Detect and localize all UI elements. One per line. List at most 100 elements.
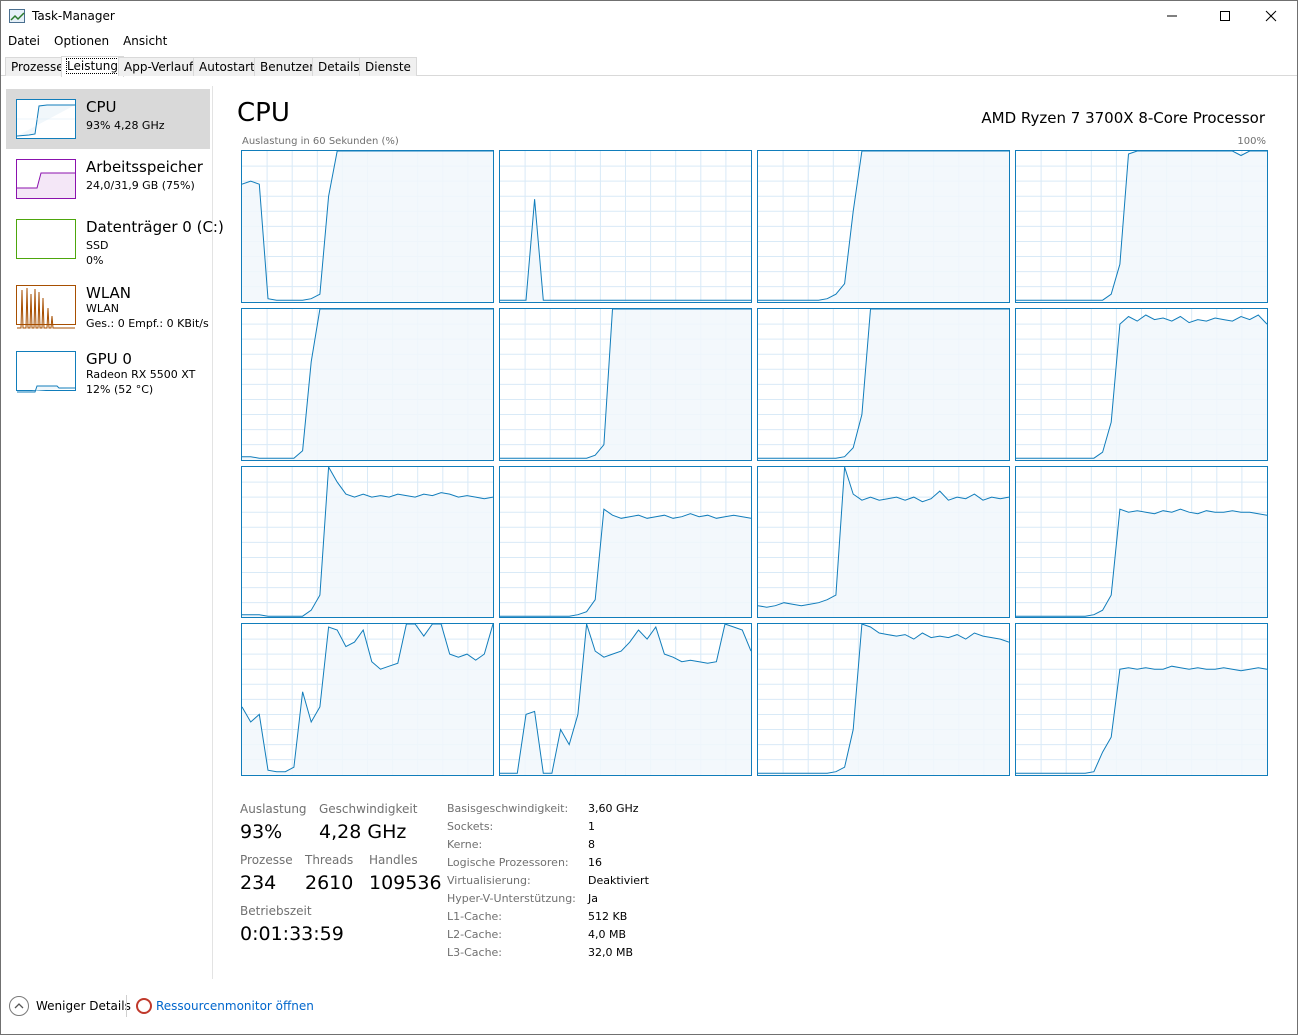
core-graph-2	[757, 150, 1010, 303]
sidebar-item-title: CPU	[86, 98, 117, 116]
core-graph-8	[241, 465, 494, 619]
core-graph-svg	[500, 624, 751, 775]
core-usage-area	[1016, 314, 1267, 460]
core-graph-svg	[758, 624, 1009, 775]
info-key: Kerne:	[447, 838, 483, 851]
wlan-thumbnail-graph	[16, 285, 76, 329]
sidebar-item-arbeitsspeicher[interactable]: Arbeitsspeicher 24,0/31,9 GB (75%)	[6, 149, 210, 209]
core-graph-15	[1015, 623, 1268, 776]
sidebar-item-gpu[interactable]: GPU 0 Radeon RX 5500 XT 12% (52 °C)	[6, 341, 210, 401]
core-graph-svg	[500, 466, 751, 618]
disk-thumbnail-graph	[16, 219, 76, 259]
task-manager-app-icon	[9, 9, 25, 23]
sidebar-item-detail: 93% 4,28 GHz	[86, 119, 165, 132]
tab-prozesse[interactable]: Prozesse	[5, 57, 70, 76]
tab-label: Dienste	[365, 60, 411, 74]
sidebar-item-detail: 12% (52 °C)	[86, 383, 154, 396]
menu-optionen[interactable]: Optionen	[47, 32, 116, 52]
info-value: 32,0 MB	[588, 946, 634, 959]
info-value: 16	[588, 856, 602, 869]
fewer-details-button[interactable]: Weniger Details	[36, 999, 131, 1013]
sidebar-item-detail: WLAN	[86, 302, 120, 315]
menu-bar: Datei Optionen Ansicht	[1, 32, 1297, 52]
uptime-label: Betriebszeit	[240, 904, 312, 918]
core-graph-svg	[242, 308, 493, 460]
core-graph-svg	[758, 151, 1009, 302]
info-value: 8	[588, 838, 595, 851]
sidebar-item-wlan[interactable]: WLAN WLAN Ges.: 0 Empf.: 0 KBit/s	[6, 275, 210, 335]
core-graph-4	[241, 307, 494, 461]
close-button[interactable]	[1248, 1, 1294, 31]
info-value: 4,0 MB	[588, 928, 627, 941]
page-title: CPU	[237, 98, 290, 128]
close-icon	[1265, 10, 1277, 22]
tab-dienste[interactable]: Dienste	[359, 57, 417, 76]
core-graph-3	[1015, 150, 1268, 303]
sidebar-item-datentraeger[interactable]: Datenträger 0 (C:) SSD 0%	[6, 209, 224, 269]
core-graph-svg	[1016, 624, 1267, 775]
maximize-button[interactable]	[1202, 1, 1248, 31]
sidebar-item-cpu[interactable]: CPU 93% 4,28 GHz	[6, 89, 210, 149]
tab-autostart[interactable]: Autostart	[193, 57, 261, 76]
speed-label: Geschwindigkeit	[319, 802, 418, 816]
core-graph-svg	[1016, 151, 1267, 302]
info-key: L1-Cache:	[447, 910, 503, 923]
core-usage-area	[1016, 508, 1267, 618]
threads-value: 2610	[305, 872, 354, 894]
info-key: Hyper-V-Unterstützung:	[447, 892, 576, 905]
sidebar-item-detail: 0%	[86, 254, 104, 267]
tab-leistung[interactable]: Leistung	[61, 56, 124, 77]
sidebar-item-detail: Ges.: 0 Empf.: 0 KBit/s	[86, 317, 209, 330]
tab-label: Details	[318, 60, 360, 74]
menu-ansicht[interactable]: Ansicht	[116, 32, 174, 52]
maximize-icon	[1220, 11, 1230, 21]
core-graph-5	[499, 307, 752, 461]
core-graph-svg	[758, 466, 1009, 618]
sidebar-item-title: WLAN	[86, 284, 132, 302]
tab-app-verlauf[interactable]: App-Verlauf	[118, 57, 200, 76]
resource-monitor-link[interactable]: Ressourcenmonitor öffnen	[156, 999, 314, 1013]
menu-datei[interactable]: Datei	[1, 32, 47, 52]
tab-label: Autostart	[199, 60, 255, 74]
core-graph-svg	[1016, 308, 1267, 460]
minimize-button[interactable]	[1149, 1, 1195, 31]
info-value: 3,60 GHz	[588, 802, 639, 815]
tab-label: Leistung	[66, 58, 119, 74]
core-graph-13	[499, 623, 752, 776]
processes-label: Prozesse	[240, 853, 293, 867]
cpu-thumbnail-graph	[16, 99, 76, 139]
core-graph-svg	[242, 466, 493, 618]
title-bar: Task-Manager	[1, 1, 1297, 31]
task-manager-window: Task-Manager Datei Optionen Ansicht Proz…	[0, 0, 1298, 1035]
chevron-up-icon[interactable]	[9, 996, 29, 1016]
core-graph-9	[499, 465, 752, 619]
info-key: Virtualisierung:	[447, 874, 531, 887]
info-value: 512 KB	[588, 910, 628, 923]
core-graph-svg	[242, 151, 493, 302]
footer-divider	[126, 995, 127, 1017]
core-graph-11	[1015, 465, 1268, 619]
core-graph-svg	[500, 151, 751, 302]
info-key: Logische Prozessoren:	[447, 856, 569, 869]
core-graph-svg	[1016, 466, 1267, 618]
handles-value: 109536	[369, 872, 442, 894]
core-usage-area	[500, 508, 751, 618]
sidebar-item-title: GPU 0	[86, 350, 132, 368]
core-graph-7	[1015, 307, 1268, 461]
footer-bar: Weniger Details Ressourcenmonitor öffnen	[1, 981, 1297, 1031]
gpu-thumbnail-graph	[16, 351, 76, 393]
tab-bar: Prozesse Leistung App-Verlauf Autostart …	[1, 56, 1297, 77]
info-value: Ja	[588, 892, 598, 905]
utilization-label: Auslastung	[240, 802, 307, 816]
core-graph-0	[241, 150, 494, 303]
utilization-value: 93%	[240, 821, 283, 843]
logical-processor-graphs	[241, 150, 1268, 776]
tab-details[interactable]: Details	[312, 57, 366, 76]
tab-label: Benutzer	[260, 60, 315, 74]
sidebar-item-detail: Radeon RX 5500 XT	[86, 368, 196, 381]
sidebar-item-title: Arbeitsspeicher	[86, 158, 203, 176]
tab-benutzer[interactable]: Benutzer	[254, 57, 321, 76]
core-graph-10	[757, 465, 1010, 619]
threads-label: Threads	[305, 853, 354, 867]
info-key: L3-Cache:	[447, 946, 503, 959]
